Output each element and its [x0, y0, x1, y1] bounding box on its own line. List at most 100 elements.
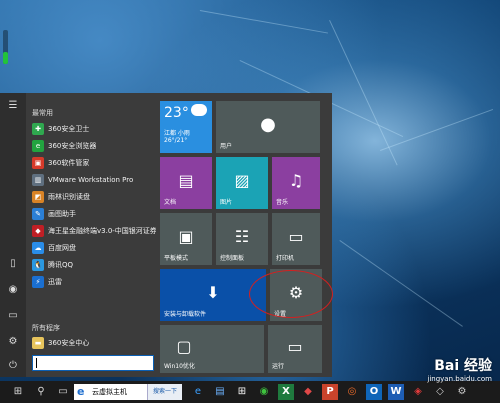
- baidu-watermark: Bai 经验 jingyan.baidu.com: [427, 355, 492, 383]
- store-icon[interactable]: ⊞: [234, 384, 250, 400]
- weather-range: 26°/21°: [164, 137, 188, 144]
- printer-icon: ▭: [288, 227, 304, 247]
- app-item-360-security[interactable]: ✚ 360安全卫士: [32, 121, 156, 137]
- tablet-icon[interactable]: ▯: [6, 257, 20, 271]
- app-item-360-center[interactable]: ▬ 360安全中心: [32, 335, 156, 351]
- user-account-icon[interactable]: ◉: [6, 283, 20, 297]
- baidu-netdisk-icon: ☁: [32, 242, 44, 254]
- volume-indicator[interactable]: [3, 30, 8, 64]
- sliders-icon: ☷: [234, 227, 250, 247]
- disk-reader-icon: ◩: [32, 191, 44, 203]
- printers-tile[interactable]: ▭ 打印机: [272, 213, 320, 265]
- app-item-finance-terminal[interactable]: ◆ 海王星金融终端v3.0-中国银河证券: [32, 223, 156, 239]
- taskbar-search-query: 云虚拟主机: [92, 388, 127, 396]
- folder-icon: ▬: [32, 337, 44, 349]
- app-label: 百度网盘: [48, 244, 76, 252]
- powerpoint-icon[interactable]: P: [322, 384, 338, 400]
- app-item-paint-helper[interactable]: ✎ 画图助手: [32, 206, 156, 222]
- tile-label: 用户: [220, 143, 233, 150]
- control-panel-tile[interactable]: ☷ 控制面板: [216, 213, 268, 265]
- app-label: 腾讯QQ: [48, 261, 74, 269]
- search-icon[interactable]: ⚲: [33, 384, 49, 400]
- picture-icon: ▨: [234, 171, 250, 191]
- taskbar-search-box[interactable]: e 云虚拟主机 搜索一下: [74, 384, 182, 400]
- power-icon[interactable]: ⏻: [6, 359, 20, 373]
- app-label: 迅雷: [48, 278, 62, 286]
- annotation-circle: [249, 270, 333, 318]
- app-icon[interactable]: ◇: [432, 384, 448, 400]
- documents-tile[interactable]: ▤ 文档: [160, 157, 212, 209]
- weather-tile[interactable]: 23° 江都 小雨 26°/21°: [160, 101, 212, 153]
- excel-icon[interactable]: X: [278, 384, 294, 400]
- tablet-mode-tile[interactable]: ▣ 平板模式: [160, 213, 212, 265]
- user-icon: ●: [260, 114, 276, 136]
- app-label: 360安全浏览器: [48, 142, 97, 150]
- app-item-360-browser[interactable]: e 360安全浏览器: [32, 138, 156, 154]
- windows-start-icon[interactable]: ⊞: [10, 384, 26, 400]
- app-item-vmware[interactable]: ▥ VMware Workstation Pro: [32, 172, 156, 188]
- tile-label: 运行: [272, 363, 285, 370]
- xunlei-icon: ⚡: [32, 276, 44, 288]
- chrome-icon[interactable]: ◉: [256, 384, 272, 400]
- gear-icon[interactable]: ⚙: [454, 384, 470, 400]
- pictures-tile[interactable]: ▨ 图片: [216, 157, 268, 209]
- shield-360-icon: ✚: [32, 123, 44, 135]
- wallpaper-ice-streak: [329, 20, 398, 166]
- user-tile[interactable]: ● 用户: [216, 101, 320, 153]
- hamburger-menu-icon[interactable]: ☰: [6, 99, 20, 113]
- media-icon[interactable]: ◎: [344, 384, 360, 400]
- explorer-folder-icon[interactable]: ▤: [212, 384, 228, 400]
- word-icon[interactable]: W: [388, 384, 404, 400]
- run-tile[interactable]: ▭ 运行: [268, 325, 322, 373]
- app-item-360-software-manager[interactable]: ▣ 360软件管家: [32, 155, 156, 171]
- vmware-icon: ▥: [32, 174, 44, 186]
- taskbar: ⊞ ⚲ ▭ e 云虚拟主机 搜索一下 e ▤ ⊞ ◉ X ◆ P ◎ O W ◈…: [0, 381, 500, 403]
- app-item-xunlei[interactable]: ⚡ 迅雷: [32, 274, 156, 290]
- tile-label: 音乐: [276, 199, 289, 206]
- tile-label: 平板模式: [164, 255, 189, 262]
- weather-temp: 23°: [164, 105, 189, 121]
- cloud-icon: [191, 104, 207, 116]
- task-view-icon[interactable]: ▭: [55, 384, 71, 400]
- app-icon[interactable]: ◆: [300, 384, 316, 400]
- outlook-icon[interactable]: O: [366, 384, 382, 400]
- settings-gear-icon[interactable]: ⚙: [6, 335, 20, 349]
- wallpaper-ice-streak: [339, 240, 463, 327]
- app-label: 360安全卫士: [48, 125, 90, 133]
- volume-level: [3, 52, 8, 64]
- start-menu: ☰ ▯ ◉ ▭ ⚙ ⏻ 最常用 ✚ 360安全卫士 e 360安全浏览器 ▣ 3…: [0, 93, 332, 377]
- app-item-disk-reader[interactable]: ◩ 雨林识别读盘: [32, 189, 156, 205]
- all-programs-header: 所有程序: [32, 324, 60, 332]
- finance-terminal-icon: ◆: [32, 225, 44, 237]
- app-label: 画图助手: [48, 210, 76, 218]
- wallpaper-ice-streak: [380, 108, 494, 151]
- optimize-icon: ▢: [176, 337, 192, 357]
- paint-helper-icon: ✎: [32, 208, 44, 220]
- file-explorer-icon[interactable]: ▭: [6, 309, 20, 323]
- headphones-icon: ♫: [288, 171, 304, 191]
- app-label: 海王星金融终端v3.0-中国银河证券: [48, 227, 156, 235]
- app-label: VMware Workstation Pro: [48, 176, 134, 184]
- app-item-baidu-netdisk[interactable]: ☁ 百度网盘: [32, 240, 156, 256]
- tile-label: 图片: [220, 199, 233, 206]
- music-tile[interactable]: ♫ 音乐: [272, 157, 320, 209]
- edge-icon[interactable]: e: [190, 384, 206, 400]
- browser-360-icon: e: [32, 140, 44, 152]
- start-search-input[interactable]: [32, 355, 154, 371]
- taskbar-search-button[interactable]: 搜索一下: [147, 384, 182, 400]
- install-box-icon: ⬇: [206, 283, 220, 303]
- wallpaper-ice-streak: [199, 10, 329, 34]
- tablet-mode-icon: ▣: [178, 227, 194, 247]
- start-rail: ☰ ▯ ◉ ▭ ⚙ ⏻: [0, 93, 26, 377]
- document-icon: ▤: [178, 171, 194, 191]
- text-caret: [36, 358, 37, 368]
- app-label: 360软件管家: [48, 159, 90, 167]
- app-icon[interactable]: ◈: [410, 384, 426, 400]
- tile-label: Win10优化: [164, 363, 195, 370]
- tile-label: 文档: [164, 199, 177, 206]
- app-label: 360安全中心: [48, 339, 90, 347]
- weather-city: 江都 小雨: [164, 130, 190, 137]
- software-manager-icon: ▣: [32, 157, 44, 169]
- win10-optimize-tile[interactable]: ▢ Win10优化: [160, 325, 264, 373]
- app-item-qq[interactable]: 🐧 腾讯QQ: [32, 257, 156, 273]
